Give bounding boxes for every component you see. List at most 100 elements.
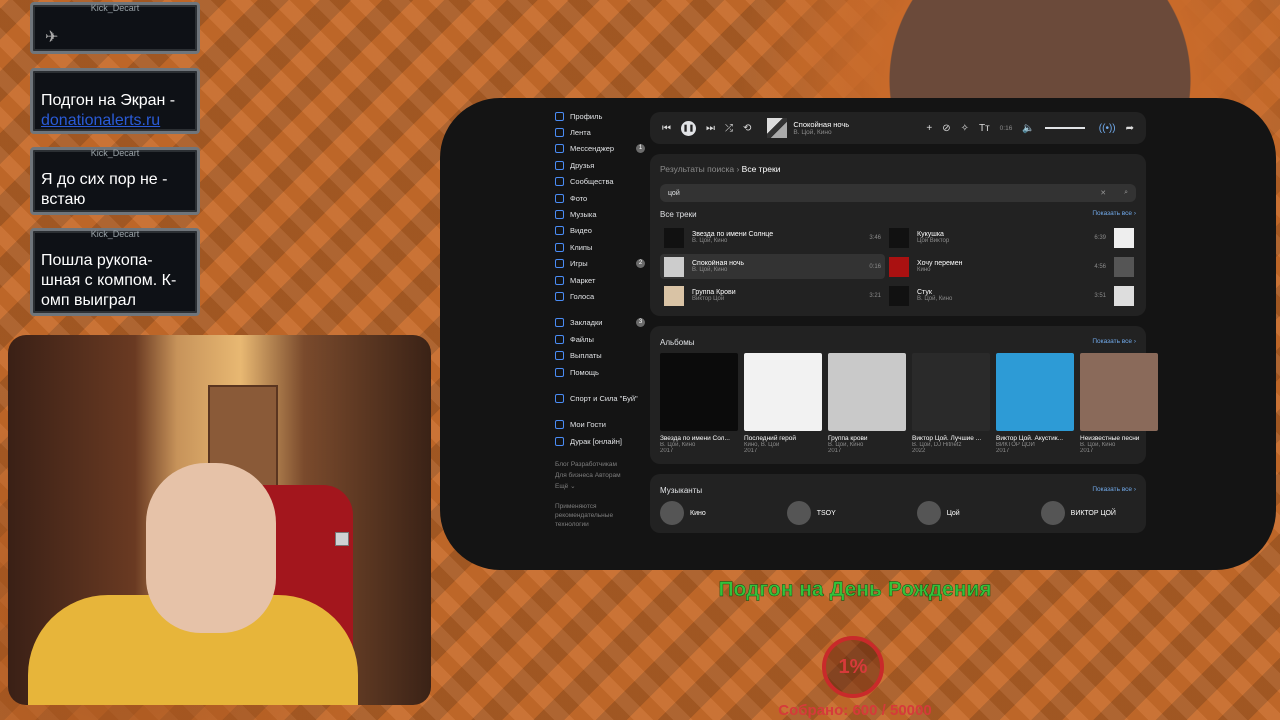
album-title[interactable]: Последний герой <box>744 435 822 442</box>
track-row[interactable]: Во <box>1110 283 1150 308</box>
album-cover[interactable] <box>912 353 990 431</box>
footer-line[interactable]: Блог Разработчикам <box>555 459 645 470</box>
album-card[interactable]: Неизвестные песни В. Цой, Кино 2017 <box>1080 353 1158 454</box>
sidebar-icon <box>555 128 564 138</box>
recommendation-note[interactable]: Применяются рекомендательные технологии <box>555 502 625 529</box>
sidebar-item[interactable]: Маркет <box>555 272 645 288</box>
album-cover[interactable] <box>744 353 822 431</box>
sidebar-item[interactable]: Фото <box>555 190 645 206</box>
sidebar-item[interactable]: Мессенджер 1 <box>555 141 645 157</box>
sidebar-item[interactable]: Мои Гости <box>555 417 645 433</box>
show-all-link[interactable]: Показать все › <box>1092 338 1136 347</box>
track-row[interactable]: Звезда по имени Солнце В. Цой, Кино 3:46 <box>660 225 885 250</box>
artist-name[interactable]: Кино <box>690 510 706 517</box>
broadcast-icon[interactable]: ((•)) <box>1099 123 1116 134</box>
show-all-link[interactable]: Показать все › <box>1092 210 1136 219</box>
artist-item[interactable]: ВИКТОР ЦОЙ <box>1040 501 1116 525</box>
album-card[interactable]: Последний герой Кино, В. Цой 2017 <box>744 353 822 454</box>
track-cover <box>1114 227 1134 248</box>
streamer-head <box>146 463 276 633</box>
track-artist[interactable]: В. Цой, Кино <box>917 296 1088 302</box>
album-title[interactable]: Неизвестные песни <box>1080 435 1158 442</box>
footer-links[interactable]: Блог Разработчикам Для бизнеса Авторам Е… <box>555 459 645 492</box>
sidebar-item[interactable]: Файлы <box>555 331 645 347</box>
track-row[interactable]: Хочу перемен Кино 4:56 <box>885 254 1110 279</box>
footer-line[interactable]: Для бизнеса Авторам <box>555 470 645 481</box>
album-cover[interactable] <box>996 353 1074 431</box>
player-artist[interactable]: В. Цой, Кино <box>793 129 926 136</box>
sidebar-item[interactable]: Клипы <box>555 239 645 255</box>
album-title[interactable]: Виктор Цой. Лучшие ... <box>912 435 990 442</box>
album-title[interactable]: Группа крови <box>828 435 906 442</box>
artist-item[interactable]: Цой <box>916 501 960 525</box>
sidebar-item[interactable]: Видео <box>555 223 645 239</box>
sidebar-item[interactable]: Сообщества <box>555 174 645 190</box>
sidebar-item[interactable]: Голоса <box>555 288 645 304</box>
track-row[interactable]: Ко <box>1110 254 1150 279</box>
artist-name[interactable]: Цой <box>947 510 960 517</box>
prev-icon[interactable]: ⏮ <box>662 123 671 134</box>
track-row[interactable]: Па <box>1110 225 1150 250</box>
donation-link[interactable]: donationalerts.ru <box>41 112 160 129</box>
track-title[interactable]: Кукушка <box>917 231 1088 238</box>
track-title[interactable]: Хочу перемен <box>917 260 1088 267</box>
lyrics-icon[interactable]: Tт <box>979 123 990 134</box>
sidebar-item[interactable]: Помощь <box>555 364 645 380</box>
dislike-icon[interactable]: ⊘ <box>942 123 950 134</box>
track-list: Звезда по имени Солнце В. Цой, Кино 3:46 Ку… <box>660 225 1136 308</box>
sidebar-item[interactable]: Музыка <box>555 206 645 222</box>
clear-icon[interactable]: ✕ <box>1100 189 1106 197</box>
album-card[interactable]: Виктор Цой. Лучшие ... В. Цой, DJ Hitnetz… <box>912 353 990 454</box>
sidebar-item[interactable]: Игры 2 <box>555 256 645 272</box>
track-title[interactable]: Группа Крови <box>692 289 863 296</box>
track-row[interactable]: Группа Крови Виктор Цой 3:21 <box>660 283 885 308</box>
album-list: Звезда по имени Сол... В. Цой, Кино 2017 По… <box>660 353 1158 454</box>
artist-item[interactable]: TSOY <box>786 501 836 525</box>
track-artist[interactable]: Цой Виктор <box>917 238 1088 244</box>
track-artist[interactable]: Виктор Цой <box>692 296 863 302</box>
chat-text: Подгон на Экран - <box>41 92 176 109</box>
search-input[interactable]: цой ✕ ⌕ <box>660 184 1136 202</box>
album-cover[interactable] <box>828 353 906 431</box>
sparkle-icon[interactable]: ✧ <box>961 123 969 134</box>
album-card[interactable]: Виктор Цой. Акустик... ВИКТОР ЦОЙ 2017 <box>996 353 1074 454</box>
sidebar-item[interactable]: Друзья <box>555 157 645 173</box>
artist-name[interactable]: ВИКТОР ЦОЙ <box>1071 510 1116 517</box>
album-card[interactable]: Звезда по имени Сол... В. Цой, Кино 2017 <box>660 353 738 454</box>
artist-item[interactable]: Кино <box>660 501 706 525</box>
add-icon[interactable]: + <box>926 123 932 134</box>
volume-slider[interactable] <box>1044 127 1085 129</box>
search-icon[interactable]: ⌕ <box>1124 189 1128 197</box>
shuffle-icon[interactable]: ⤮ <box>725 123 733 134</box>
track-artist[interactable]: Кино <box>917 267 1088 273</box>
next-icon[interactable]: ⏭ <box>706 123 715 134</box>
track-row[interactable]: Стук В. Цой, Кино 3:51 <box>885 283 1110 308</box>
track-artist[interactable]: В. Цой, Кино <box>692 238 863 244</box>
volume-icon[interactable]: 🔈 <box>1022 123 1034 134</box>
sidebar-item[interactable]: Дурак [онлайн] <box>555 433 645 449</box>
album-title[interactable]: Виктор Цой. Акустик... <box>996 435 1074 442</box>
track-title[interactable]: Звезда по имени Солнце <box>692 231 863 238</box>
sidebar-item[interactable]: Лента <box>555 124 645 140</box>
repeat-icon[interactable]: ⟲ <box>743 123 751 134</box>
track-row[interactable]: Спокойная ночь В. Цой, Кино 0:16 <box>660 254 885 279</box>
sidebar-item-label: Мессенджер <box>570 144 615 154</box>
sidebar-item[interactable]: Выплаты <box>555 347 645 363</box>
show-all-link[interactable]: Показать все › <box>1092 486 1136 495</box>
sidebar-item[interactable]: Профиль <box>555 108 645 124</box>
sidebar-item[interactable]: Закладки 3 <box>555 315 645 331</box>
album-title[interactable]: Звезда по имени Сол... <box>660 435 738 442</box>
track-title[interactable]: Спокойная ночь <box>692 260 863 267</box>
share-icon[interactable]: ➦ <box>1126 123 1134 134</box>
breadcrumb-root[interactable]: Результаты поиска <box>660 164 734 174</box>
track-artist[interactable]: В. Цой, Кино <box>692 267 863 273</box>
track-title[interactable]: Стук <box>917 289 1088 296</box>
sidebar-group[interactable]: Спорт и Сила "Буй" <box>555 390 645 406</box>
track-row[interactable]: Кукушка Цой Виктор 6:39 <box>885 225 1110 250</box>
album-card[interactable]: Группа крови В. Цой, Кино 2017 <box>828 353 906 454</box>
artist-name[interactable]: TSOY <box>817 510 836 517</box>
pause-button[interactable]: ❚❚ <box>681 120 696 136</box>
album-cover[interactable] <box>660 353 738 431</box>
album-cover[interactable] <box>1080 353 1158 431</box>
footer-line[interactable]: Ещё ⌄ <box>555 481 645 492</box>
